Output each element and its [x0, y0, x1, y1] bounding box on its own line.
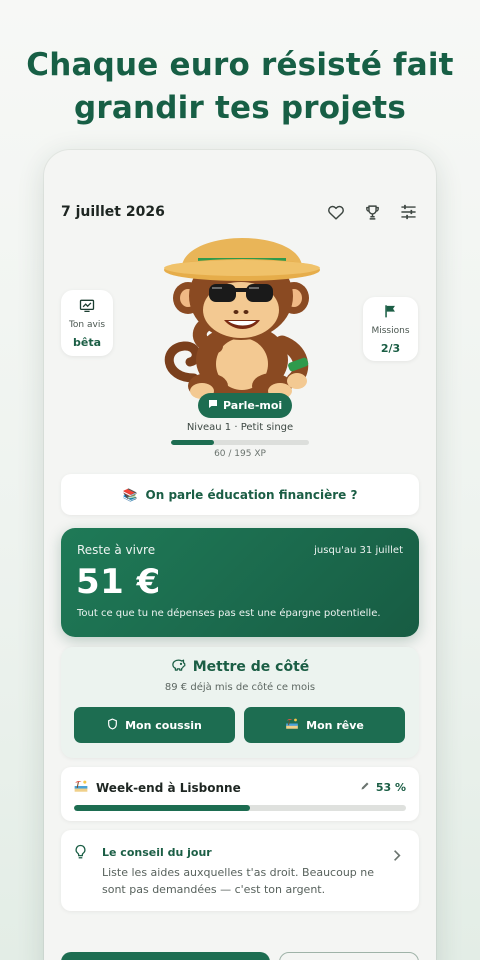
missions-label: Missions: [371, 326, 410, 336]
level-label: Niveau 1 · Petit singe: [186, 422, 294, 433]
reste-a-vivre-note: Tout ce que tu ne dépenses pas est une é…: [77, 608, 381, 619]
shield-icon: [107, 717, 118, 733]
goal-progress-bar: [74, 805, 406, 811]
top-bar: 7 juillet 2026: [61, 200, 419, 224]
lightbulb-icon: [74, 844, 87, 864]
reste-a-vivre-until: jusqu'au 31 juillet: [314, 545, 403, 556]
header-actions: [325, 201, 419, 223]
beach-icon: [73, 779, 89, 796]
chat-bubble-icon: [208, 399, 218, 412]
feedback-beta-card[interactable]: Ton avis bêta: [61, 290, 113, 356]
savings-card: Mettre de côté 89 € déjà mis de côté ce …: [61, 647, 419, 758]
tip-title: Le conseil du jour: [102, 846, 212, 859]
feedback-value: bêta: [72, 336, 101, 349]
headline-line-1: Chaque euro résisté fait: [26, 47, 454, 83]
headline-line-2: grandir tes projets: [74, 90, 406, 126]
goal-name-row: Week-end à Lisbonne: [73, 779, 241, 796]
reste-a-vivre-amount: 51 €: [76, 562, 161, 602]
savings-title: Mettre de côté: [192, 658, 310, 675]
savings-title-row: Mettre de côté: [61, 658, 419, 675]
cushion-button[interactable]: Mon coussin: [74, 707, 235, 743]
marketing-headline: Chaque euro résisté fait grandir tes pro…: [0, 44, 480, 130]
cushion-label: Mon coussin: [125, 718, 202, 732]
savings-subtitle: 89 € déjà mis de côté ce mois: [164, 682, 316, 693]
sliders-icon[interactable]: [397, 201, 419, 223]
reste-a-vivre-label: Reste à vivre: [77, 543, 156, 557]
financial-education-button[interactable]: 📚 On parle éducation financière ?: [61, 474, 419, 515]
savings-goal-card[interactable]: Week-end à Lisbonne 53 %: [61, 767, 419, 821]
dream-label: Mon rêve: [306, 718, 364, 732]
xp-value: 60 / 195 XP: [214, 449, 266, 459]
reste-a-vivre-card[interactable]: Reste à vivre jusqu'au 31 juillet 51 € T…: [61, 528, 419, 637]
trophy-icon[interactable]: [361, 201, 383, 223]
dream-button[interactable]: Mon rêve: [244, 707, 405, 743]
daily-tip-card[interactable]: Le conseil du jour Liste les aides auxqu…: [61, 830, 419, 911]
current-date: 7 juillet 2026: [61, 204, 165, 220]
talk-to-me-button[interactable]: Parle-moi: [198, 393, 293, 418]
goal-progress-fill: [74, 805, 250, 811]
phone-screen: 7 juillet 2026 Ton avis bêta Missions 2/…: [44, 150, 436, 960]
goal-name: Week-end à Lisbonne: [96, 780, 241, 795]
books-icon: 📚: [122, 487, 138, 502]
flag-icon: [384, 303, 397, 322]
tip-body: Liste les aides auxquelles t'as droit. B…: [102, 866, 375, 896]
pencil-icon[interactable]: [360, 781, 370, 794]
chart-feedback-icon: [79, 297, 95, 316]
xp-progress-bar: [171, 440, 309, 445]
piggy-bank-icon: [171, 658, 186, 675]
talk-label: Parle-moi: [223, 399, 283, 412]
bottom-secondary-button[interactable]: [279, 952, 419, 960]
missions-value: 2/3: [380, 342, 401, 355]
heart-icon[interactable]: [325, 201, 347, 223]
chevron-right-icon[interactable]: [393, 847, 401, 866]
beach-icon: [285, 717, 299, 733]
monkey-mascot[interactable]: [154, 228, 324, 408]
feedback-label: Ton avis: [68, 320, 106, 330]
financial-education-label: On parle éducation financière ?: [145, 487, 358, 502]
missions-card[interactable]: Missions 2/3: [363, 297, 418, 361]
bottom-primary-button[interactable]: [61, 952, 270, 960]
goal-percent-row: 53 %: [360, 781, 406, 794]
goal-percent: 53 %: [375, 781, 406, 794]
xp-progress-fill: [171, 440, 214, 445]
